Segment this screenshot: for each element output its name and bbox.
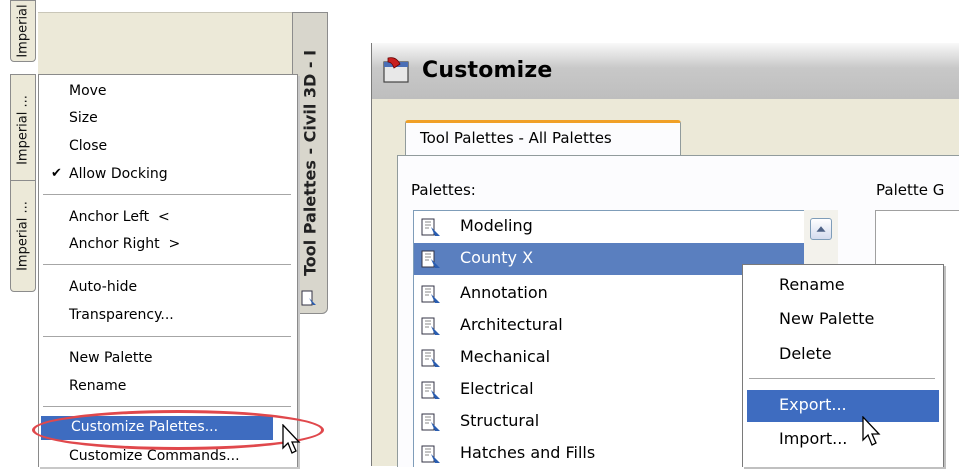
palette-icon	[421, 218, 440, 236]
menu-item-auto-hide[interactable]: Auto-hide	[69, 278, 137, 296]
palette-icon	[421, 381, 440, 399]
palette-icon	[421, 250, 440, 268]
menu-separator	[43, 336, 291, 337]
menu-item-new-palette[interactable]: New Palette	[779, 309, 874, 328]
customize-app-icon	[383, 57, 409, 83]
palette-title: Tool Palettes - Civil 3D - I	[300, 49, 320, 277]
palette-tab-imperial-1[interactable]: Imperial	[10, 0, 36, 62]
menu-item-anchor-right[interactable]: Anchor Right >	[69, 235, 180, 253]
palette-icon	[421, 445, 440, 463]
menu-item-size[interactable]: Size	[69, 109, 98, 127]
menu-item-close[interactable]: Close	[69, 137, 107, 155]
menu-item-anchor-left[interactable]: Anchor Left <	[69, 208, 170, 226]
menu-item-new-palette[interactable]: New Palette	[69, 349, 152, 367]
palette-icon	[421, 349, 440, 367]
palette-tab-label: Imperial ...	[15, 201, 31, 271]
palette-icon	[421, 285, 440, 303]
palette-content-area	[38, 12, 294, 75]
scroll-up-arrow-icon[interactable]	[810, 218, 832, 240]
menu-item-rename[interactable]: Rename	[779, 275, 845, 294]
palette-tab-imperial-2[interactable]: Imperial ...	[10, 74, 36, 186]
menu-separator	[749, 378, 935, 379]
palette-icon	[421, 317, 440, 335]
menu-item-move[interactable]: Move	[69, 82, 107, 100]
palette-tab-imperial-3[interactable]: Imperial ...	[10, 180, 36, 292]
palette-properties-icon[interactable]	[300, 290, 318, 308]
list-item-modeling[interactable]: Modeling	[414, 211, 804, 243]
tab-tool-palettes-all[interactable]: Tool Palettes - All Palettes	[405, 120, 681, 156]
mouse-pointer-icon	[282, 424, 301, 454]
menu-item-import[interactable]: Import...	[779, 429, 847, 448]
menu-item-transparency[interactable]: Transparency...	[69, 306, 174, 324]
palette-tab-label: Imperial	[15, 4, 31, 58]
highlight-oval	[32, 410, 324, 450]
palette-context-menu: Move Size Close ✔ Allow Docking Anchor L…	[38, 74, 298, 467]
palette-groups-label: Palette G	[876, 181, 945, 199]
tool-palette-window: Imperial Imperial ... Imperial ... Tool …	[0, 0, 328, 467]
palette-icon	[421, 413, 440, 431]
menu-item-export[interactable]: Export...	[747, 390, 939, 422]
mouse-pointer-icon	[862, 416, 881, 446]
palettes-label: Palettes:	[411, 181, 476, 199]
menu-separator	[43, 406, 291, 407]
menu-item-allow-docking[interactable]: ✔ Allow Docking	[51, 165, 168, 183]
dialog-title: Customize	[422, 58, 553, 83]
menu-separator	[43, 264, 291, 265]
checkmark-icon: ✔	[51, 166, 62, 181]
dialog-title-bar[interactable]: Customize	[372, 43, 959, 99]
menu-item-rename[interactable]: Rename	[69, 377, 126, 395]
menu-item-delete[interactable]: Delete	[779, 344, 832, 363]
palette-tab-label: Imperial ...	[15, 95, 31, 165]
menu-separator	[43, 194, 291, 195]
palette-list-context-menu: Rename New Palette Delete Export... Impo…	[742, 264, 944, 467]
